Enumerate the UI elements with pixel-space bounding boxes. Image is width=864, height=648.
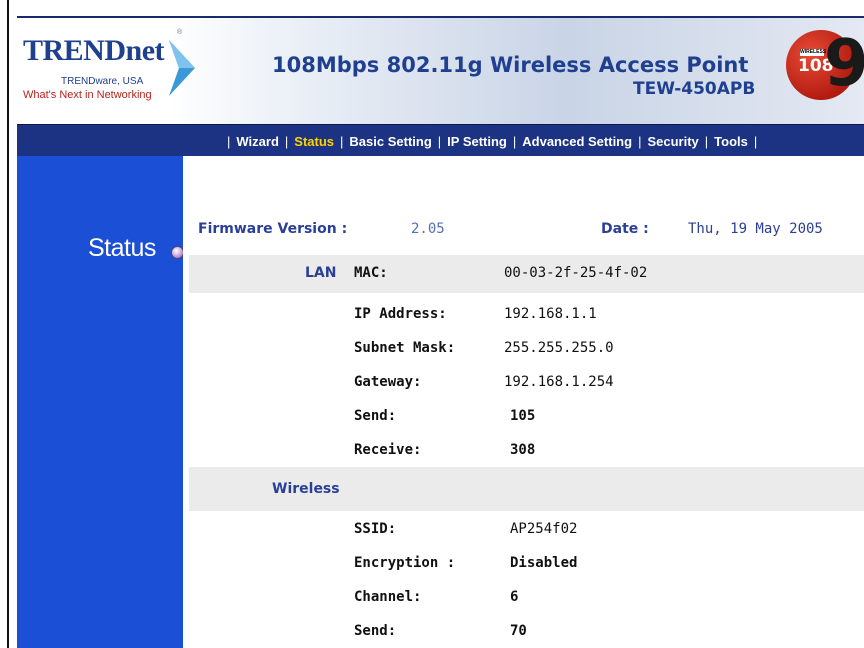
sidebar-section-title: Status bbox=[88, 234, 156, 262]
subnet-mask-label: Subnet Mask: bbox=[354, 340, 456, 356]
date-value: Thu, 19 May 2005 bbox=[688, 221, 823, 237]
firmware-version-label: Firmware Version : bbox=[198, 221, 348, 237]
nav-item-basic-setting[interactable]: Basic Setting bbox=[349, 134, 431, 149]
left-border-line bbox=[7, 0, 9, 648]
ssid-label: SSID: bbox=[354, 521, 397, 537]
logo-subtitle: TRENDware, USA bbox=[61, 76, 144, 87]
lan-send-label: Send: bbox=[354, 408, 397, 424]
logo-tagline: What's Next in Networking bbox=[23, 89, 152, 101]
nav-separator: | bbox=[340, 133, 344, 149]
nav-item-ip-setting[interactable]: IP Setting bbox=[447, 134, 507, 149]
registered-mark: ® bbox=[177, 29, 183, 36]
product-title: 108Mbps 802.11g Wireless Access Point bbox=[272, 53, 749, 77]
nav-item-security[interactable]: Security bbox=[647, 134, 698, 149]
encryption-label: Encryption : bbox=[354, 555, 456, 571]
mac-label: MAC: bbox=[354, 265, 388, 281]
lan-section-label: LAN bbox=[305, 265, 337, 281]
ssid-value: AP254f02 bbox=[510, 521, 578, 537]
main-nav-bar: | Wizard | Status | Basic Setting | IP S… bbox=[17, 124, 864, 157]
product-model: TEW-450APB bbox=[633, 79, 756, 99]
lan-receive-label: Receive: bbox=[354, 442, 422, 458]
wireless-send-label: Send: bbox=[354, 623, 397, 639]
gateway-label: Gateway: bbox=[354, 374, 422, 390]
nav-separator: | bbox=[753, 133, 758, 149]
nav-separator: | bbox=[227, 133, 231, 149]
subnet-mask-value: 255.255.255.0 bbox=[504, 340, 614, 356]
mac-value: 00-03-2f-25-4f-02 bbox=[504, 265, 648, 281]
nav-separator: | bbox=[512, 133, 517, 149]
encryption-value: Disabled bbox=[510, 555, 578, 571]
channel-label: Channel: bbox=[354, 589, 422, 605]
nav-item-tools[interactable]: Tools bbox=[714, 134, 748, 149]
trendnet-logo: TRENDnet bbox=[23, 34, 165, 67]
ip-address-value: 192.168.1.1 bbox=[504, 306, 597, 322]
logo-arrow-icon bbox=[169, 40, 195, 96]
nav-item-wizard[interactable]: Wizard bbox=[236, 134, 279, 149]
firmware-version-value: 2.05 bbox=[411, 221, 445, 237]
nav-separator: | bbox=[704, 133, 709, 149]
nav-separator: | bbox=[284, 133, 289, 149]
nav-separator: | bbox=[638, 133, 642, 149]
nav-menu: | Wizard | Status | Basic Setting | IP S… bbox=[221, 125, 763, 157]
sidebar bbox=[17, 156, 183, 648]
nav-separator: | bbox=[437, 133, 442, 149]
page-header: TRENDnet ® TRENDware, USA What's Next in… bbox=[17, 16, 864, 124]
badge-wireless-label: WIRELESS bbox=[800, 49, 827, 56]
ip-address-label: IP Address: bbox=[354, 306, 447, 322]
nav-item-status[interactable]: Status bbox=[294, 134, 334, 149]
wireless-108-badge: WIRELESS 108 9 bbox=[786, 27, 864, 101]
wireless-send-value: 70 bbox=[510, 623, 527, 639]
badge-nine-label: 9 bbox=[824, 27, 864, 101]
date-label: Date : bbox=[601, 221, 649, 237]
wireless-section-label: Wireless bbox=[272, 481, 340, 497]
channel-value: 6 bbox=[510, 589, 519, 605]
nav-item-advanced-setting[interactable]: Advanced Setting bbox=[522, 134, 632, 149]
lan-send-value: 105 bbox=[510, 408, 536, 424]
lan-receive-value: 308 bbox=[510, 442, 536, 458]
gateway-value: 192.168.1.254 bbox=[504, 374, 614, 390]
